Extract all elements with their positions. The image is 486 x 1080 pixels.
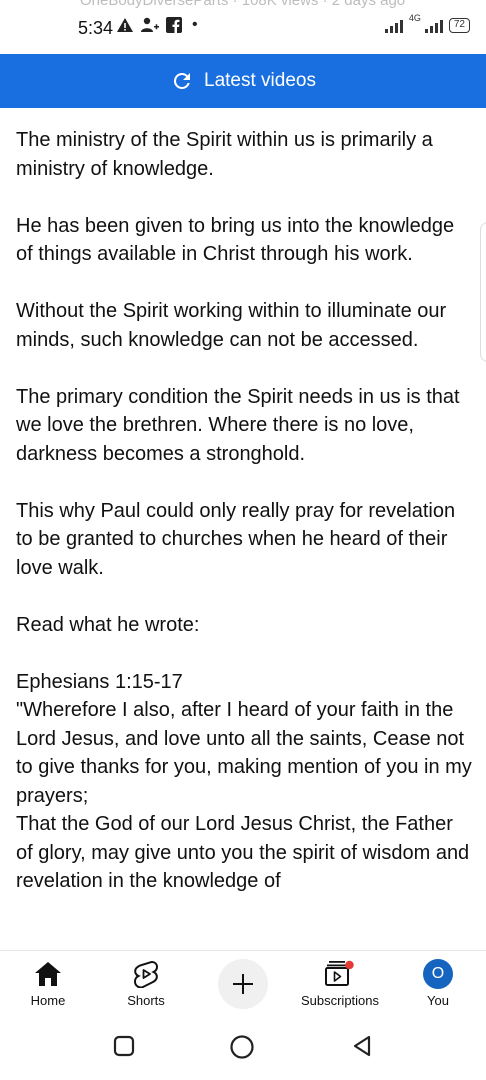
clock: 5:34 bbox=[78, 18, 114, 38]
recents-button[interactable] bbox=[112, 1034, 136, 1063]
notification-dot bbox=[345, 960, 354, 970]
paragraph: He has been given to bring us into the k… bbox=[16, 214, 455, 266]
back-button[interactable] bbox=[350, 1034, 374, 1063]
latest-videos-label: Latest videos bbox=[204, 70, 316, 91]
home-system-button[interactable] bbox=[229, 1034, 255, 1065]
nav-subscriptions[interactable]: Subscriptions bbox=[292, 951, 388, 1015]
paragraph: The primary condition the Spirit needs i… bbox=[16, 385, 460, 465]
nav-shorts[interactable]: Shorts bbox=[98, 951, 194, 1015]
battery-level: 72 bbox=[453, 19, 465, 30]
system-nav-bar bbox=[0, 1014, 486, 1080]
nav-home-label: Home bbox=[30, 993, 66, 1008]
scripture-reference: Ephesians 1:15-17 bbox=[16, 670, 183, 693]
signal-icon-2 bbox=[424, 20, 443, 33]
avatar: O bbox=[423, 959, 453, 989]
overlay-video-meta: OneBodyDiverseParts · 108K views · 2 day… bbox=[80, 0, 406, 9]
bottom-nav: Home Shorts Subscriptions O You bbox=[0, 950, 486, 1014]
paragraph: Read what he wrote: bbox=[16, 613, 200, 636]
more-notifications-dot: • bbox=[192, 16, 198, 33]
nav-you[interactable]: O You bbox=[390, 951, 486, 1015]
latest-videos-button[interactable]: Latest videos bbox=[0, 54, 486, 108]
circle-home-icon bbox=[230, 1035, 254, 1059]
nav-shorts-label: Shorts bbox=[127, 993, 165, 1008]
create-button[interactable] bbox=[218, 959, 268, 1009]
shorts-icon bbox=[133, 961, 159, 988]
plus-icon bbox=[233, 974, 253, 994]
nav-home[interactable]: Home bbox=[0, 951, 96, 1015]
notification-icons: • bbox=[116, 16, 198, 34]
network-type: 4G bbox=[408, 13, 421, 23]
paragraph: The ministry of the Spirit within us is … bbox=[16, 129, 433, 180]
signal-icon bbox=[384, 20, 403, 33]
status-bar: OneBodyDiverseParts · 108K views · 2 day… bbox=[0, 0, 486, 54]
post-text: The ministry of the Spirit within us is … bbox=[16, 126, 472, 896]
system-status: 4G 72 bbox=[384, 13, 470, 33]
warning-icon bbox=[117, 18, 133, 32]
square-recents-icon bbox=[113, 1035, 135, 1057]
scripture-quote: "Wherefore I also, after I heard of your… bbox=[16, 699, 472, 807]
battery-icon: 72 bbox=[448, 18, 470, 33]
paragraph: Without the Spirit working within to ill… bbox=[16, 300, 447, 351]
nav-you-label: You bbox=[427, 993, 449, 1008]
facebook-icon bbox=[166, 17, 182, 33]
triangle-back-icon bbox=[353, 1035, 371, 1057]
add-person-icon bbox=[141, 17, 159, 32]
nav-subscriptions-label: Subscriptions bbox=[300, 993, 380, 1008]
subscriptions-icon bbox=[325, 960, 354, 986]
refresh-icon bbox=[173, 72, 191, 89]
home-icon bbox=[35, 962, 61, 986]
paragraph: This why Paul could only really pray for… bbox=[16, 499, 456, 579]
scroll-handle[interactable] bbox=[480, 222, 486, 362]
scripture-quote: That the God of our Lord Jesus Christ, t… bbox=[16, 813, 470, 892]
